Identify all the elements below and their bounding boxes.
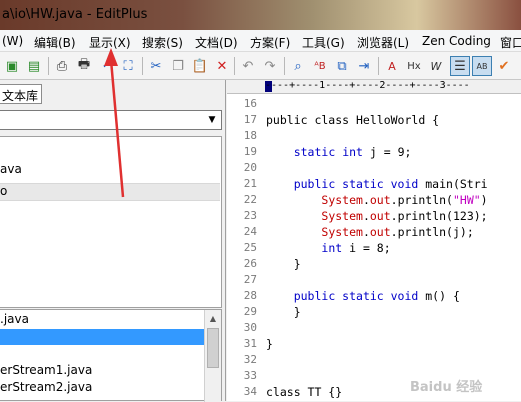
paste-icon[interactable]: 📋 [190,56,210,76]
ruler-icon[interactable]: AB [472,56,492,76]
code-line[interactable]: public static void main(Stri [266,177,521,191]
code-line[interactable]: static int j = 9; [266,145,521,159]
menu-item[interactable]: 搜索(S) [142,34,183,51]
line-number: 16 [243,97,257,110]
code-line[interactable]: int i = 8; [266,241,521,255]
file-list[interactable]: erStream2.java erStream1.java .java ▲ [0,309,222,402]
line-number: 22 [243,193,257,206]
line-number: 30 [243,321,257,334]
line-number: 21 [243,177,257,190]
file-list-item[interactable]: .java [0,312,204,328]
tree-item[interactable]: ava [0,162,220,180]
code-line[interactable]: public static void m() { [266,289,521,303]
directory-dropdown[interactable]: ▼ [0,110,222,130]
chevron-down-icon[interactable]: ▼ [205,113,219,127]
toolbar-separator [234,57,235,75]
code-line[interactable]: System.out.println(j); [266,225,521,239]
extra-icon[interactable]: ⛶ [118,56,138,76]
line-number: 33 [243,369,257,382]
toolbar-separator [284,57,285,75]
code-line[interactable]: } [266,305,521,319]
toolbar-separator [378,57,379,75]
scrollbar[interactable]: ▲ [204,310,221,402]
line-number: 24 [243,225,257,238]
tab-cliptext[interactable]: 文本库 [0,84,42,104]
copy-icon[interactable]: ❐ [168,56,188,76]
scroll-thumb[interactable] [207,328,219,368]
find-in-files-icon[interactable]: ⧉ [332,56,352,76]
line-number: 27 [243,273,257,286]
line-number: 20 [243,161,257,174]
toolbar-separator [48,57,49,75]
tree-item[interactable] [0,141,220,159]
replace-icon[interactable]: ᴬB [310,56,330,76]
ruler: ----+----1----+----2----+----3---- [227,80,521,94]
menu-item[interactable]: Zen Coding [422,34,491,48]
menu-item[interactable]: 工具(G) [302,34,345,51]
line-number: 25 [243,241,257,254]
toolbar: ▣ ▤ ⎙ 🖶 ✓ ⛶ ✂ ❐ 📋 ✕ ↶ ↷ ⌕ ᴬB ⧉ ⇥ A Hx W … [0,52,521,80]
line-number: 32 [243,353,257,366]
ruler-text: ----+----1----+----2----+----3---- [265,80,470,91]
code-line[interactable]: System.out.println("HW") [266,193,521,207]
goto-icon[interactable]: ⇥ [354,56,374,76]
find-icon[interactable]: ⌕ [288,56,308,76]
code-editor[interactable]: ----+----1----+----2----+----3---- 16 17 p… [227,80,521,401]
code-line[interactable]: class TT {} [266,385,521,399]
directory-tree[interactable]: ava o [0,136,222,308]
line-number: 31 [243,337,257,350]
line-number: 34 [243,385,257,398]
sidebar: 文本库 ▼ ava o erStream2.java erStream1.java.… [0,80,226,402]
save-all-icon[interactable]: ▤ [24,56,44,76]
file-list-item[interactable] [0,346,204,362]
redo-icon[interactable]: ↷ [260,56,280,76]
word-wrap-icon[interactable]: W [426,56,446,76]
menu-item[interactable]: (W) [2,34,23,48]
line-number: 17 [243,113,257,126]
title-bar: a\io\HW.java - EditPlus [0,0,521,30]
check-icon[interactable]: ✔ [494,56,514,76]
watermark: Baidu 经验 [410,380,483,395]
undo-icon[interactable]: ↶ [238,56,258,76]
line-number: 23 [243,209,257,222]
tree-item[interactable]: o [0,183,220,201]
code-line[interactable]: } [266,337,521,351]
line-number: 19 [243,145,257,158]
menu-item[interactable]: 方案(F) [250,34,290,51]
file-list-item[interactable] [0,329,204,345]
window-title: a\io\HW.java - EditPlus [2,7,148,22]
menu-item[interactable]: 窗口 [500,34,521,51]
menu-item[interactable]: 浏览器(L) [357,34,409,51]
line-number: 18 [243,129,257,142]
save-icon[interactable]: ▣ [2,56,22,76]
line-number: 29 [243,305,257,318]
menu-item[interactable]: 文档(D) [195,34,238,51]
file-list-item[interactable]: erStream2.java [0,380,204,396]
line-number-icon[interactable]: ☰ [450,56,470,76]
menu-bar: (W) 编辑(B) 显示(X) 搜索(S) 文档(D) 方案(F) 工具(G) 浏览器(L) Z… [0,30,521,52]
print-icon[interactable]: 🖶 [74,56,94,76]
cut-icon[interactable]: ✂ [146,56,166,76]
toolbar-separator [142,57,143,75]
delete-icon[interactable]: ✕ [212,56,232,76]
menu-item[interactable]: 编辑(B) [34,34,76,51]
line-number: 26 [243,257,257,270]
scroll-up-icon[interactable]: ▲ [205,310,221,326]
print-preview-icon[interactable]: ⎙ [52,56,72,76]
code-line[interactable]: System.out.println(123); [266,209,521,223]
line-number: 28 [243,289,257,302]
code-line[interactable]: public class HelloWorld { [266,113,521,127]
menu-item[interactable]: 显示(X) [89,34,131,51]
font-icon[interactable]: A [382,56,402,76]
hex-icon[interactable]: Hx [404,56,424,76]
spellcheck-icon[interactable]: ✓ [96,56,116,76]
code-line[interactable]: } [266,257,521,271]
file-list-item[interactable]: erStream1.java [0,363,204,379]
